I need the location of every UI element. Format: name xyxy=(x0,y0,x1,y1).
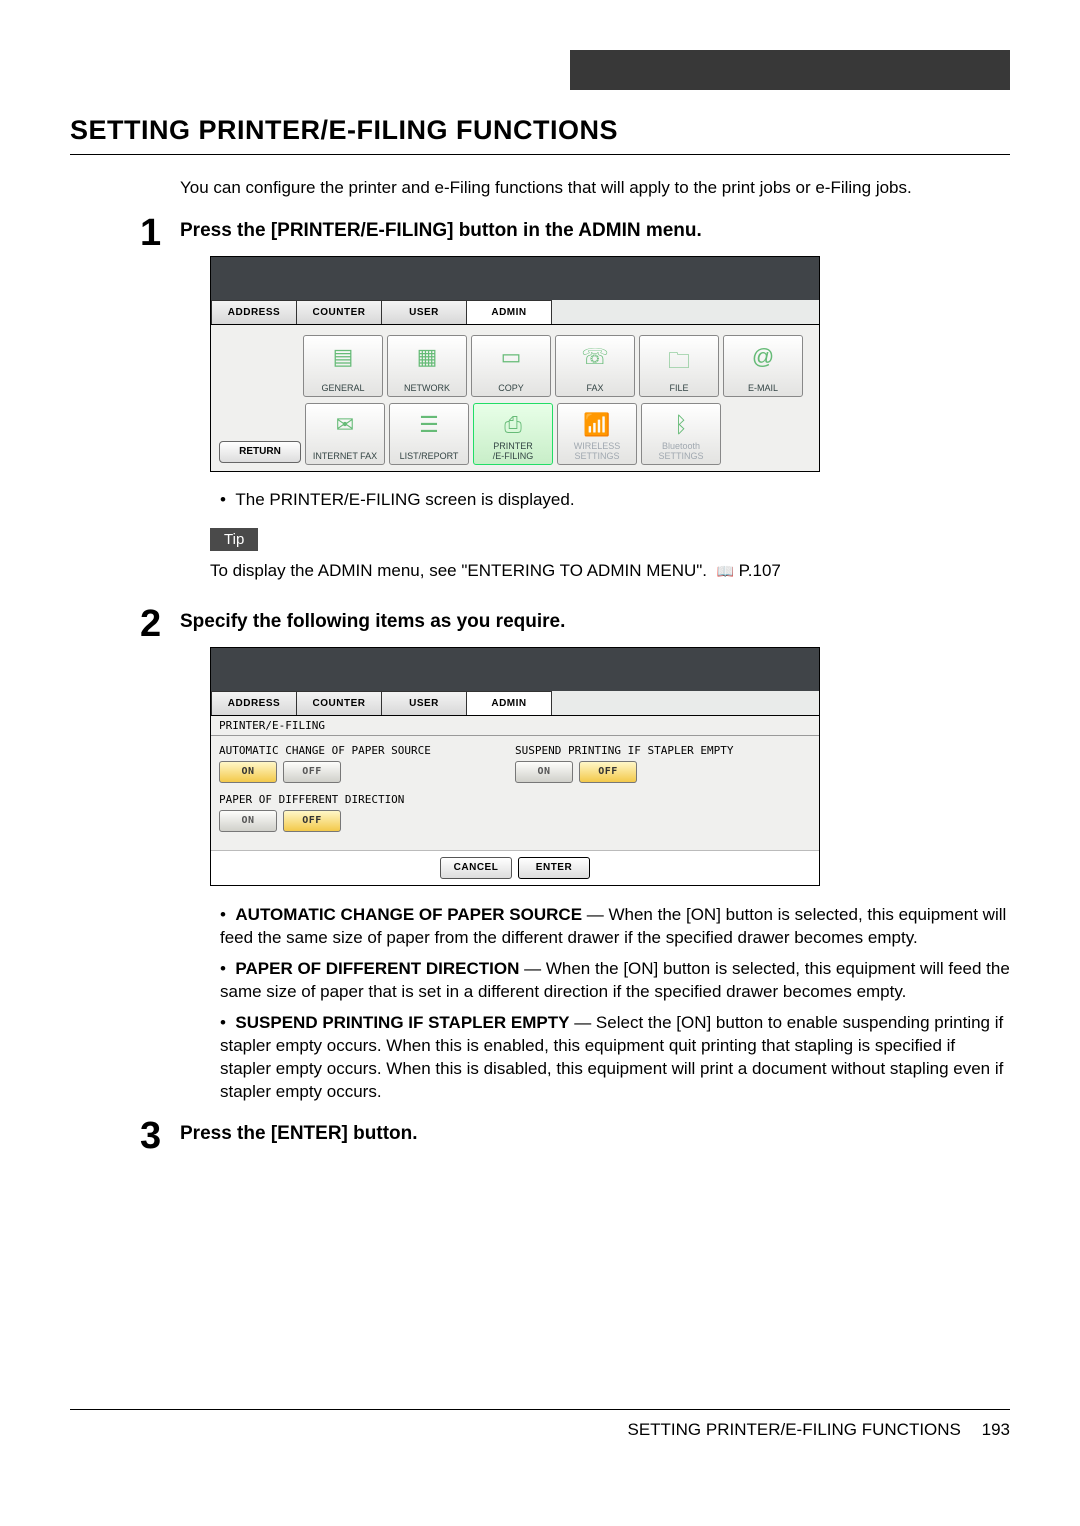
tab-row: ADDRESS COUNTER USER ADMIN xyxy=(211,691,819,716)
susp-off-button[interactable]: OFF xyxy=(579,761,637,783)
btn-printer-efiling[interactable]: ⎙PRINTER /E-FILING xyxy=(473,403,553,465)
intro-text: You can configure the printer and e-Fili… xyxy=(180,177,1010,200)
wireless-icon: 📶 xyxy=(583,412,610,438)
btn-general[interactable]: ▤GENERAL xyxy=(303,335,383,397)
tab-row: ADDRESS COUNTER USER ADMIN xyxy=(211,300,819,325)
diff-off-button[interactable]: OFF xyxy=(283,810,341,832)
auto-on-button[interactable]: ON xyxy=(219,761,277,783)
step-number: 3 xyxy=(140,1117,180,1159)
step-title: Specify the following items as you requi… xyxy=(180,611,1010,633)
tab-counter[interactable]: COUNTER xyxy=(296,300,382,324)
tip-text: To display the ADMIN menu, see "ENTERING… xyxy=(210,561,1010,581)
copy-icon: ▭ xyxy=(501,344,522,370)
diff-on-button[interactable]: ON xyxy=(219,810,277,832)
desc-susp: • SUSPEND PRINTING IF STAPLER EMPTY — Se… xyxy=(220,1012,1010,1104)
step-3: 3 Press the [ENTER] button. xyxy=(140,1117,1010,1159)
step-number: 1 xyxy=(140,214,180,599)
step-1: 1 Press the [PRINTER/E-FILING] button in… xyxy=(140,214,1010,599)
enter-button[interactable]: ENTER xyxy=(518,857,590,879)
cancel-button[interactable]: CANCEL xyxy=(440,857,512,879)
header-tab-dark xyxy=(570,50,1010,90)
btn-list-report[interactable]: ☰LIST/REPORT xyxy=(389,403,469,465)
bluetooth-icon: ᛒ xyxy=(674,412,687,438)
page-title: SETTING PRINTER/E-FILING FUNCTIONS xyxy=(70,115,1010,146)
email-icon: @ xyxy=(752,344,774,370)
panel-header xyxy=(211,648,819,691)
tab-address[interactable]: ADDRESS xyxy=(211,300,297,324)
btn-file[interactable]: 🗀FILE xyxy=(639,335,719,397)
page-number: 193 xyxy=(982,1420,1010,1439)
btn-fax[interactable]: ☏FAX xyxy=(555,335,635,397)
admin-menu-panel: ADDRESS COUNTER USER ADMIN ▤GENERAL ▦NET… xyxy=(210,256,820,472)
general-icon: ▤ xyxy=(333,344,354,370)
tab-admin[interactable]: ADMIN xyxy=(466,300,552,324)
fax-icon: ☏ xyxy=(581,344,609,370)
step-title: Press the [ENTER] button. xyxy=(180,1123,1010,1145)
btn-copy[interactable]: ▭COPY xyxy=(471,335,551,397)
label-suspend: SUSPEND PRINTING IF STAPLER EMPTY xyxy=(515,744,811,757)
step-2: 2 Specify the following items as you req… xyxy=(140,605,1010,1112)
ifax-icon: ✉ xyxy=(336,412,354,438)
desc-auto: • AUTOMATIC CHANGE OF PAPER SOURCE — Whe… xyxy=(220,904,1010,950)
page-footer: SETTING PRINTER/E-FILING FUNCTIONS 193 xyxy=(70,1409,1010,1440)
step-title: Press the [PRINTER/E-FILING] button in t… xyxy=(180,220,1010,242)
btn-network[interactable]: ▦NETWORK xyxy=(387,335,467,397)
network-icon: ▦ xyxy=(417,344,438,370)
panel-header xyxy=(211,257,819,300)
printer-icon: ⎙ xyxy=(504,412,522,438)
return-button[interactable]: RETURN xyxy=(219,441,301,463)
label-auto-change: AUTOMATIC CHANGE OF PAPER SOURCE xyxy=(219,744,515,757)
tab-admin[interactable]: ADMIN xyxy=(466,691,552,715)
tab-user[interactable]: USER xyxy=(381,300,467,324)
btn-internet-fax[interactable]: ✉INTERNET FAX xyxy=(305,403,385,465)
btn-email[interactable]: @E-MAIL xyxy=(723,335,803,397)
label-diff-direction: PAPER OF DIFFERENT DIRECTION xyxy=(219,793,515,806)
printer-efiling-panel: ADDRESS COUNTER USER ADMIN PRINTER/E-FIL… xyxy=(210,647,820,886)
auto-off-button[interactable]: OFF xyxy=(283,761,341,783)
tab-user[interactable]: USER xyxy=(381,691,467,715)
breadcrumb: PRINTER/E-FILING xyxy=(211,716,819,736)
step1-bullet: • The PRINTER/E-FILING screen is display… xyxy=(220,490,1010,510)
desc-diff: • PAPER OF DIFFERENT DIRECTION — When th… xyxy=(220,958,1010,1004)
list-icon: ☰ xyxy=(419,412,439,438)
tab-counter[interactable]: COUNTER xyxy=(296,691,382,715)
btn-bluetooth[interactable]: ᛒBluetooth SETTINGS xyxy=(641,403,721,465)
btn-wireless[interactable]: 📶WIRELESS SETTINGS xyxy=(557,403,637,465)
title-rule xyxy=(70,154,1010,155)
tab-address[interactable]: ADDRESS xyxy=(211,691,297,715)
tip-label: Tip xyxy=(210,528,258,551)
file-icon: 🗀 xyxy=(668,344,690,382)
book-icon: 📖 xyxy=(716,563,733,580)
susp-on-button[interactable]: ON xyxy=(515,761,573,783)
step-number: 2 xyxy=(140,605,180,1112)
